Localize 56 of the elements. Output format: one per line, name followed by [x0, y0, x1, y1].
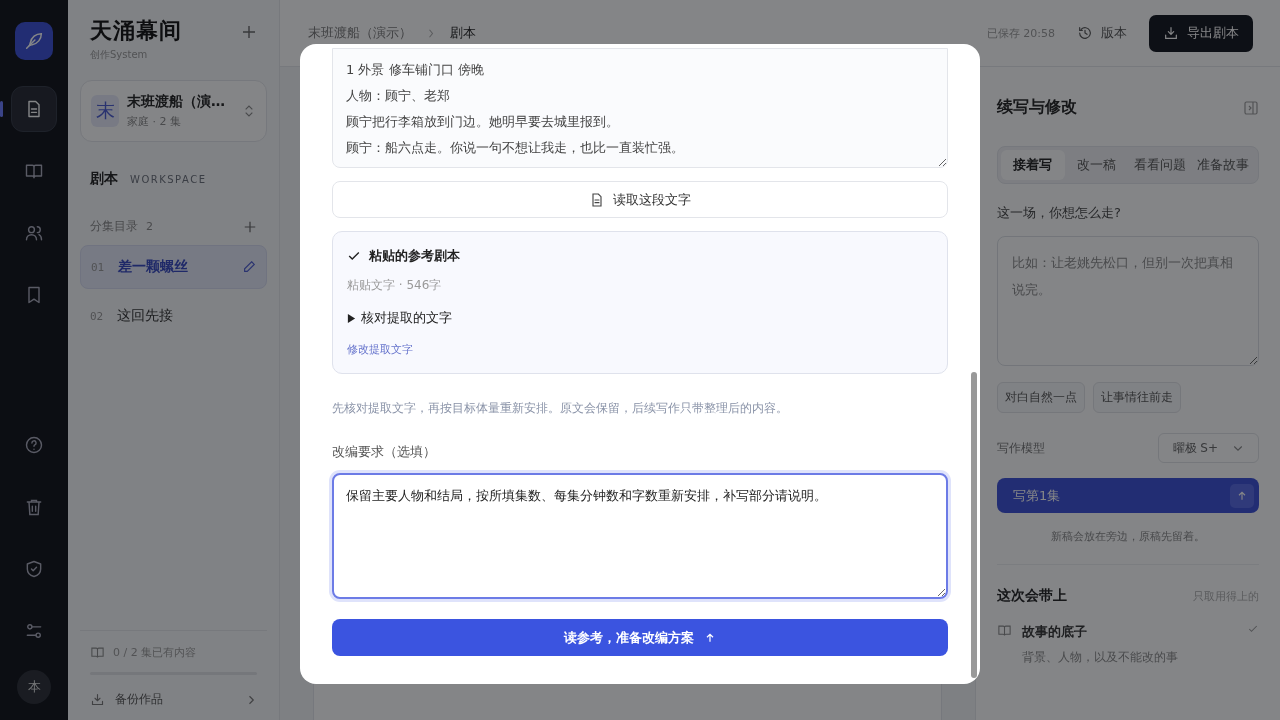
episodes-count: 2 [146, 220, 153, 233]
source-meta: 粘贴文字 · 546字 [347, 277, 442, 294]
add-episode-icon[interactable] [243, 219, 257, 234]
add-icon[interactable] [241, 24, 257, 40]
app-title: 天涌幕间 [90, 17, 182, 45]
panel-title: 续写与修改 [997, 97, 1077, 118]
model-select[interactable]: 曜极 S+ [1157, 433, 1259, 463]
chevron-right-icon [428, 28, 434, 38]
people-icon [24, 223, 44, 243]
book-icon [90, 645, 105, 660]
edit-text-link[interactable]: 修改提取文字 [347, 342, 413, 357]
download-icon [90, 692, 105, 707]
section-title: 剧本 [90, 170, 118, 188]
mode-tab[interactable]: 准备故事 [1191, 150, 1255, 180]
arrow-up-icon [704, 631, 716, 644]
document-nav-button[interactable] [11, 86, 57, 132]
write-button[interactable]: 写第1集 [997, 478, 1259, 513]
suggestion-chip[interactable]: 让事情往前走 [1093, 382, 1181, 413]
arrow-up-icon [1230, 483, 1254, 508]
disclosure-toggle[interactable]: 核对提取的文字 [347, 309, 452, 327]
backup-label: 备份作品 [115, 691, 164, 708]
triangle-icon [347, 313, 356, 323]
document-icon [589, 191, 605, 208]
script-field[interactable]: 1 外景 修车铺门口 傍晚 人物：顾宁、老郑 顾宁把行李箱放到门边。她明早要去城里报到。 顾宁：船六点走。你说一句不想让我走，也比一直装忙强。 [332, 48, 948, 168]
chevron-up-down-icon [244, 104, 254, 118]
episode-title: 这回先接 [117, 307, 175, 325]
backup-button[interactable]: 备份作品 [90, 691, 257, 708]
mode-tab[interactable]: 接着写 [1001, 150, 1065, 180]
read-text-button[interactable]: 读取这段文字 [332, 181, 948, 218]
book-icon [24, 161, 44, 181]
pencil-icon[interactable] [242, 260, 256, 274]
scrollbar-thumb[interactable] [971, 372, 977, 678]
context-title: 这次会带上 [997, 587, 1067, 605]
source-title: 粘贴的参考剧本 [369, 247, 460, 265]
mode-tab[interactable]: 看看问题 [1128, 150, 1192, 180]
book-icon [997, 623, 1012, 638]
write-label: 写第1集 [1013, 486, 1061, 505]
requirement-label: 改编要求（选填） [332, 443, 437, 461]
context-item-title: 故事的底子 [1022, 623, 1088, 641]
episode-title: 差一颗螺丝 [118, 258, 190, 276]
section-tag: WORKSPACE [130, 174, 207, 185]
breadcrumb-link[interactable]: 末班渡船（演示） [308, 24, 412, 42]
requirement-field[interactable]: 保留主要人物和结局，按所填集数、每集分钟数和字数重新安排，补写部分请说明。 [332, 473, 948, 599]
model-label: 写作模型 [997, 439, 1045, 457]
export-button[interactable]: 导出剧本 [1149, 14, 1253, 52]
collapse-panel-icon[interactable] [1243, 99, 1259, 116]
active-indicator [0, 101, 3, 117]
suggestion-chip[interactable]: 对白自然一点 [997, 382, 1085, 413]
submit-button[interactable]: 读参考，准备改编方案 [332, 619, 948, 656]
user-avatar[interactable]: 本 [17, 670, 51, 704]
feather-logo-icon[interactable] [15, 22, 53, 60]
download-icon [1163, 25, 1179, 41]
hint-text: 先核对提取文字，再按目标体量重新安排。原文会保留，后续写作只带整理后的内容。 [332, 400, 789, 417]
versions-button[interactable]: 版本 [1077, 24, 1127, 42]
breadcrumb-current: 剧本 [450, 24, 476, 42]
history-icon [1077, 25, 1093, 41]
